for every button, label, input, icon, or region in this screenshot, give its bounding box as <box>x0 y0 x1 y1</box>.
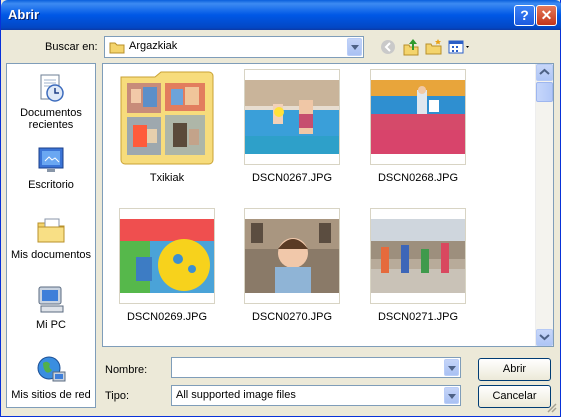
filename-label: Nombre: <box>105 364 148 376</box>
file-name: DSCN0268.JPG <box>377 172 459 184</box>
resize-grip-icon[interactable] <box>546 402 558 414</box>
image-thumbnail <box>370 208 466 304</box>
view-menu-icon[interactable] <box>447 37 473 57</box>
lookin-dropdown-arrow[interactable] <box>347 38 362 56</box>
image-item[interactable]: DSCN0268.JPG <box>358 69 478 184</box>
places-bar: Documentos recientes Escritorio Mis docu… <box>6 63 96 408</box>
scroll-up-button[interactable] <box>536 64 553 81</box>
vertical-scrollbar[interactable] <box>535 64 553 346</box>
folder-item[interactable]: Txikiak <box>107 69 227 184</box>
my-computer-icon <box>38 286 64 313</box>
file-list[interactable]: Txikiak DSCN0267.JPG DSCN0268.JPG DSCN02… <box>102 63 554 347</box>
place-desktop[interactable]: Escritorio <box>7 144 95 191</box>
file-name: DSCN0270.JPG <box>251 311 333 323</box>
place-recent-documents[interactable]: Documentos recientes <box>7 72 95 131</box>
image-thumbnail <box>244 69 340 165</box>
filetype-label: Tipo: <box>105 390 130 402</box>
desktop-icon <box>38 147 64 172</box>
folder-thumbnail <box>119 69 215 165</box>
image-item[interactable]: DSCN0269.JPG <box>107 208 227 323</box>
filetype-dropdown-arrow[interactable] <box>444 387 459 404</box>
place-label: Documentos recientes <box>20 107 82 131</box>
file-name: DSCN0271.JPG <box>377 311 459 323</box>
image-thumbnail <box>244 208 340 304</box>
scroll-thumb[interactable] <box>536 82 553 102</box>
image-thumbnail <box>119 208 215 304</box>
up-folder-icon[interactable] <box>401 37 421 57</box>
image-thumbnail <box>370 69 466 165</box>
image-item[interactable]: DSCN0271.JPG <box>358 208 478 323</box>
folder-icon <box>109 42 125 54</box>
close-button[interactable]: ✕ <box>536 5 557 26</box>
open-button[interactable]: Abrir <box>478 358 551 381</box>
lookin-value: Argazkiak <box>129 40 178 52</box>
new-folder-icon[interactable] <box>424 37 444 57</box>
file-name: Txikiak <box>149 172 185 184</box>
dialog-title: Abrir <box>8 7 40 22</box>
place-label: Mi PC <box>36 319 66 331</box>
filename-combo[interactable] <box>171 357 461 378</box>
cancel-button[interactable]: Cancelar <box>478 385 551 408</box>
lookin-combo[interactable]: Argazkiak <box>104 36 364 58</box>
place-label: Escritorio <box>28 179 74 191</box>
filename-dropdown-arrow[interactable] <box>444 359 459 376</box>
file-name: DSCN0267.JPG <box>251 172 333 184</box>
filetype-combo[interactable]: All supported image files <box>171 385 461 406</box>
place-my-documents[interactable]: Mis documentos <box>7 214 95 261</box>
place-my-computer[interactable]: Mi PC <box>7 284 95 331</box>
place-label: Mis documentos <box>10 249 92 261</box>
my-documents-icon <box>37 218 65 243</box>
filetype-value: All supported image files <box>176 389 296 401</box>
back-icon[interactable] <box>378 37 398 57</box>
image-item[interactable]: DSCN0270.JPG <box>232 208 352 323</box>
help-button[interactable]: ? <box>514 5 535 26</box>
network-places-icon <box>37 356 66 382</box>
lookin-label: Buscar en: <box>45 41 98 53</box>
place-network[interactable]: Mis sitios de red <box>7 354 95 401</box>
file-name: DSCN0269.JPG <box>126 311 208 323</box>
recent-documents-icon <box>40 74 64 102</box>
scroll-down-button[interactable] <box>536 329 553 346</box>
title-bar[interactable]: Abrir ? ✕ <box>1 0 561 30</box>
open-dialog: Abrir ? ✕ Buscar en: Argazkiak Documento… <box>0 0 561 417</box>
image-item[interactable]: DSCN0267.JPG <box>232 69 352 184</box>
place-label: Mis sitios de red <box>11 389 91 401</box>
